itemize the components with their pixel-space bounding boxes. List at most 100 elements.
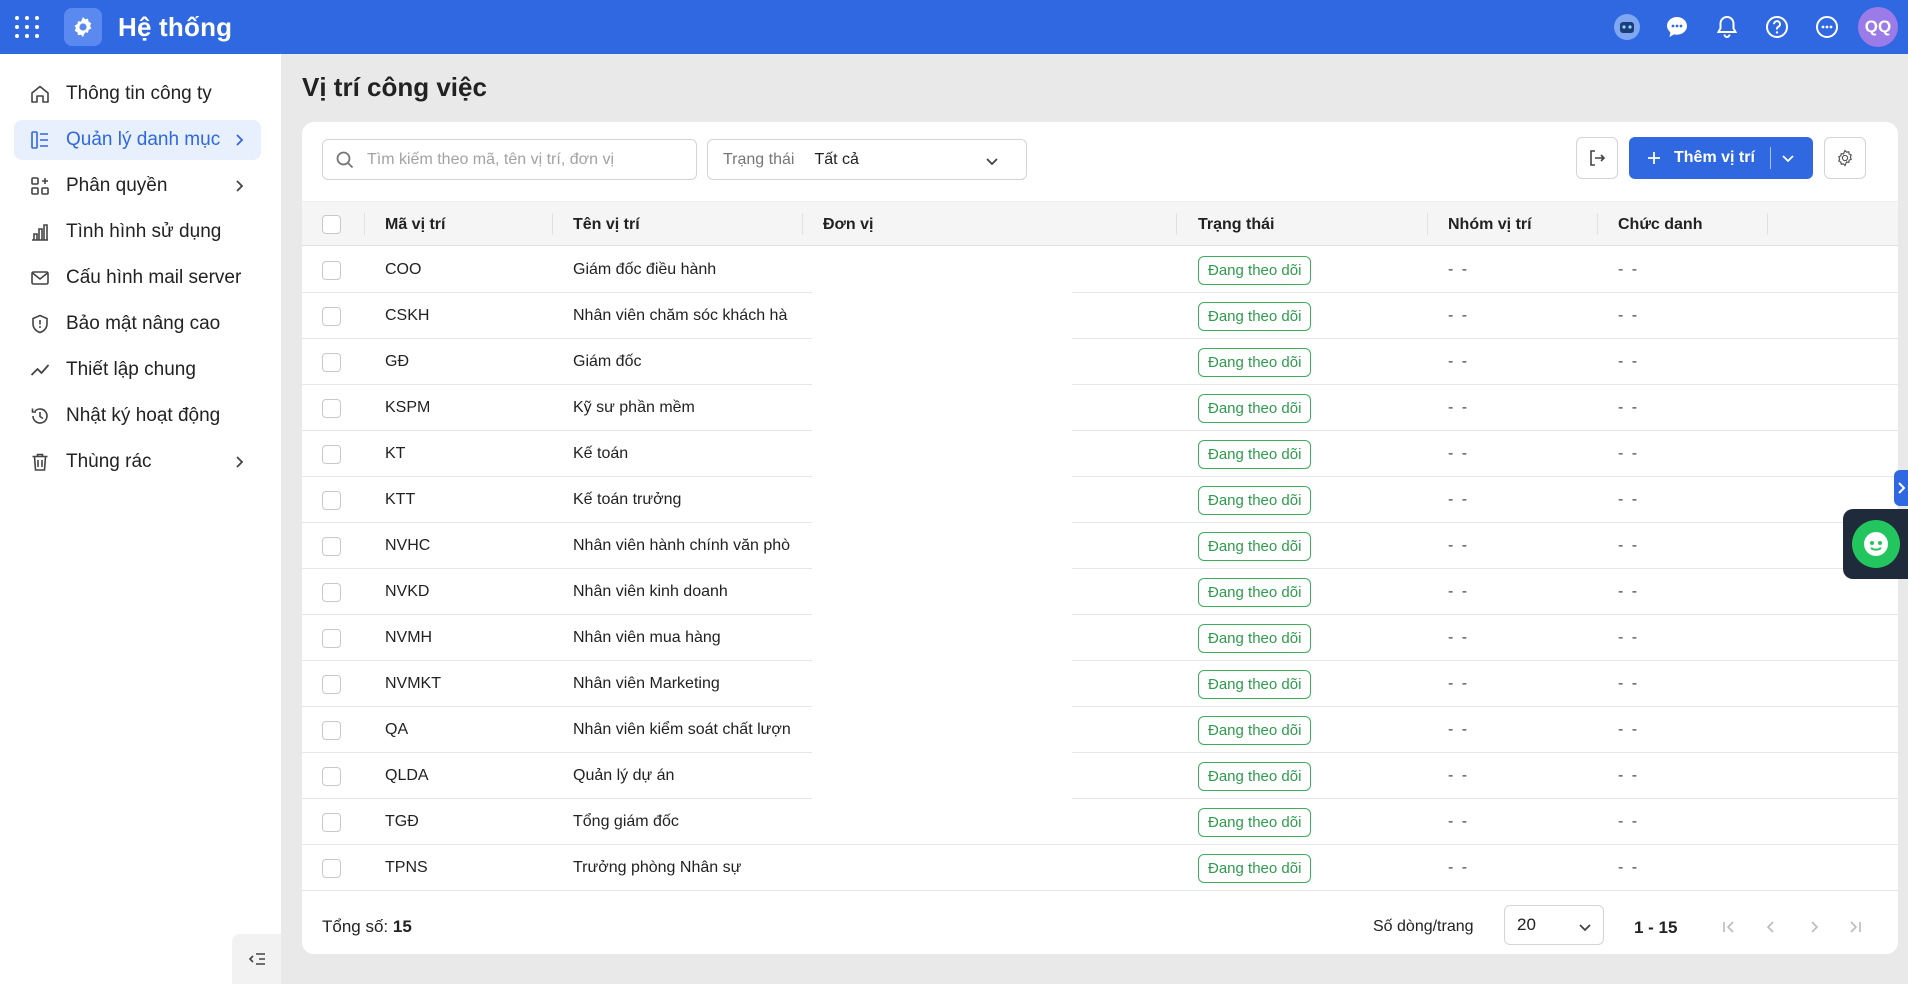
sidebar-item-permissions[interactable]: Phân quyền — [14, 166, 261, 206]
status-filter-select[interactable]: Trạng thái Tất cả — [707, 139, 1027, 180]
table-row[interactable]: KTT Kế toán trưởng Đang theo dõi - - - - — [302, 477, 1898, 523]
position-name: Nhân viên hành chính văn phò — [573, 537, 791, 554]
select-all-checkbox[interactable] — [322, 215, 341, 234]
table-settings-button[interactable] — [1824, 137, 1866, 179]
position-group: - - — [1448, 353, 1470, 370]
row-checkbox[interactable] — [322, 444, 341, 464]
row-checkbox[interactable] — [322, 490, 341, 510]
notifications-button[interactable] — [1702, 0, 1752, 54]
column-header-unit[interactable]: Đơn vị — [823, 202, 874, 247]
status-badge: Đang theo dõi — [1198, 761, 1312, 791]
row-checkbox[interactable] — [322, 628, 341, 648]
row-select-cell — [322, 845, 341, 891]
bot-button[interactable] — [1602, 0, 1652, 54]
position-unit — [823, 845, 1163, 891]
support-chat-widget[interactable] — [1843, 509, 1908, 579]
app-grid-icon — [14, 16, 40, 38]
column-header-title[interactable]: Chức danh — [1618, 202, 1702, 247]
table-row[interactable]: KT Kế toán Đang theo dõi - - - - — [302, 431, 1898, 477]
row-checkbox[interactable] — [322, 536, 341, 556]
collapse-sidebar-button[interactable] — [232, 934, 281, 984]
user-avatar[interactable]: QQ — [1858, 7, 1898, 47]
chevron-down-icon[interactable] — [1780, 150, 1796, 166]
chat-button[interactable] — [1652, 0, 1702, 54]
position-name: Giám đốc điều hành — [573, 261, 717, 278]
position-group: - - — [1448, 445, 1470, 462]
sidebar-item-usage[interactable]: Tình hình sử dụng — [14, 212, 261, 252]
row-checkbox[interactable] — [322, 674, 341, 694]
sidebar-item-label: Tình hình sử dụng — [66, 221, 222, 242]
export-button[interactable] — [1576, 137, 1618, 179]
position-name: Nhân viên kiểm soát chất lượn — [573, 721, 791, 738]
status-badge: Đang theo dõi — [1198, 485, 1312, 515]
row-select-cell — [322, 569, 341, 615]
rows-per-page-select[interactable]: 20 — [1504, 905, 1604, 945]
table-row[interactable]: NVMKT Nhân viên Marketing Đang theo dõi - -… — [302, 661, 1898, 707]
previous-page-button[interactable] — [1756, 912, 1786, 942]
table-row[interactable]: TGĐ Tổng giám đốc Đang theo dõi - - - - — [302, 799, 1898, 845]
position-code: QA — [385, 721, 409, 738]
row-checkbox[interactable] — [322, 812, 341, 832]
position-code: NVMH — [385, 629, 433, 646]
more-button[interactable] — [1802, 0, 1852, 54]
app-launcher-button[interactable] — [0, 0, 54, 54]
chevron-right-icon — [236, 180, 244, 192]
row-checkbox[interactable] — [322, 306, 341, 326]
sidebar-item-general-settings[interactable]: Thiết lập chung — [14, 350, 261, 390]
table-row[interactable]: NVKD Nhân viên kinh doanh Đang theo dõi - -… — [302, 569, 1898, 615]
table-row[interactable]: QA Nhân viên kiểm soát chất lượn Đang theo… — [302, 707, 1898, 753]
sidebar-item-advanced-security[interactable]: Bảo mật nâng cao — [14, 304, 261, 344]
status-cell: Đang theo dõi — [1198, 845, 1312, 891]
row-checkbox[interactable] — [322, 858, 341, 878]
search-input[interactable] — [367, 150, 687, 169]
row-checkbox[interactable] — [322, 766, 341, 786]
sidebar-item-mail-server[interactable]: Cấu hình mail server — [14, 258, 261, 298]
expand-panel-tab[interactable] — [1894, 470, 1908, 506]
position-group: - - — [1448, 813, 1470, 830]
column-header-code[interactable]: Mã vị trí — [385, 202, 445, 247]
position-title: - - — [1618, 491, 1640, 508]
next-page-button[interactable] — [1799, 912, 1829, 942]
add-position-button[interactable]: Thêm vị trí — [1629, 137, 1813, 179]
sidebar-item-label: Nhật ký hoạt động — [66, 405, 221, 426]
table-row[interactable]: COO Giám đốc điều hành Đang theo dõi - - - - — [302, 247, 1898, 293]
row-select-cell — [322, 799, 341, 845]
column-header-group[interactable]: Nhóm vị trí — [1448, 202, 1532, 247]
status-cell: Đang theo dõi — [1198, 523, 1312, 569]
status-badge: Đang theo dõi — [1198, 577, 1312, 607]
sidebar-item-label: Thông tin công ty — [66, 83, 212, 104]
row-checkbox[interactable] — [322, 260, 341, 280]
column-header-status[interactable]: Trạng thái — [1198, 202, 1274, 247]
position-group: - - — [1448, 261, 1470, 278]
row-select-cell — [322, 707, 341, 753]
help-button[interactable] — [1752, 0, 1802, 54]
row-checkbox[interactable] — [322, 398, 341, 418]
sidebar-item-company-info[interactable]: Thông tin công ty — [14, 74, 261, 114]
robot-icon — [1614, 14, 1640, 40]
row-checkbox[interactable] — [322, 720, 341, 740]
sidebar-item-catalog-management[interactable]: Quản lý danh mục — [14, 120, 261, 160]
status-cell: Đang theo dõi — [1198, 247, 1312, 293]
table-row[interactable]: KSPM Kỹ sư phần mềm Đang theo dõi - - - - — [302, 385, 1898, 431]
table-row[interactable]: NVHC Nhân viên hành chính văn phò Đang the… — [302, 523, 1898, 569]
table-row[interactable]: NVMH Nhân viên mua hàng Đang theo dõi - - - … — [302, 615, 1898, 661]
page-title: Vị trí công việc — [302, 72, 487, 102]
sidebar-item-activity-log[interactable]: Nhật ký hoạt động — [14, 396, 261, 436]
position-name: Tổng giám đốc — [573, 813, 679, 830]
row-select-cell — [322, 523, 341, 569]
table-row[interactable]: GĐ Giám đốc Đang theo dõi - - - - — [302, 339, 1898, 385]
row-checkbox[interactable] — [322, 582, 341, 602]
first-page-button[interactable] — [1714, 912, 1744, 942]
chat-bubble-icon — [1667, 17, 1687, 37]
column-header-name[interactable]: Tên vị trí — [573, 202, 640, 247]
table-row[interactable]: TPNS Trưởng phòng Nhân sự Đang theo dõi - -… — [302, 845, 1898, 891]
row-select-cell — [322, 753, 341, 799]
row-checkbox[interactable] — [322, 352, 341, 372]
sidebar-item-trash[interactable]: Thùng rác — [14, 442, 261, 482]
table-row[interactable]: CSKH Nhân viên chăm sóc khách hà Đang theo… — [302, 293, 1898, 339]
chat-support-icon — [1851, 520, 1900, 568]
position-title: - - — [1618, 767, 1640, 784]
last-page-button[interactable] — [1840, 912, 1870, 942]
position-code: QLDA — [385, 767, 429, 784]
table-row[interactable]: QLDA Quản lý dự án Đang theo dõi - - - - — [302, 753, 1898, 799]
